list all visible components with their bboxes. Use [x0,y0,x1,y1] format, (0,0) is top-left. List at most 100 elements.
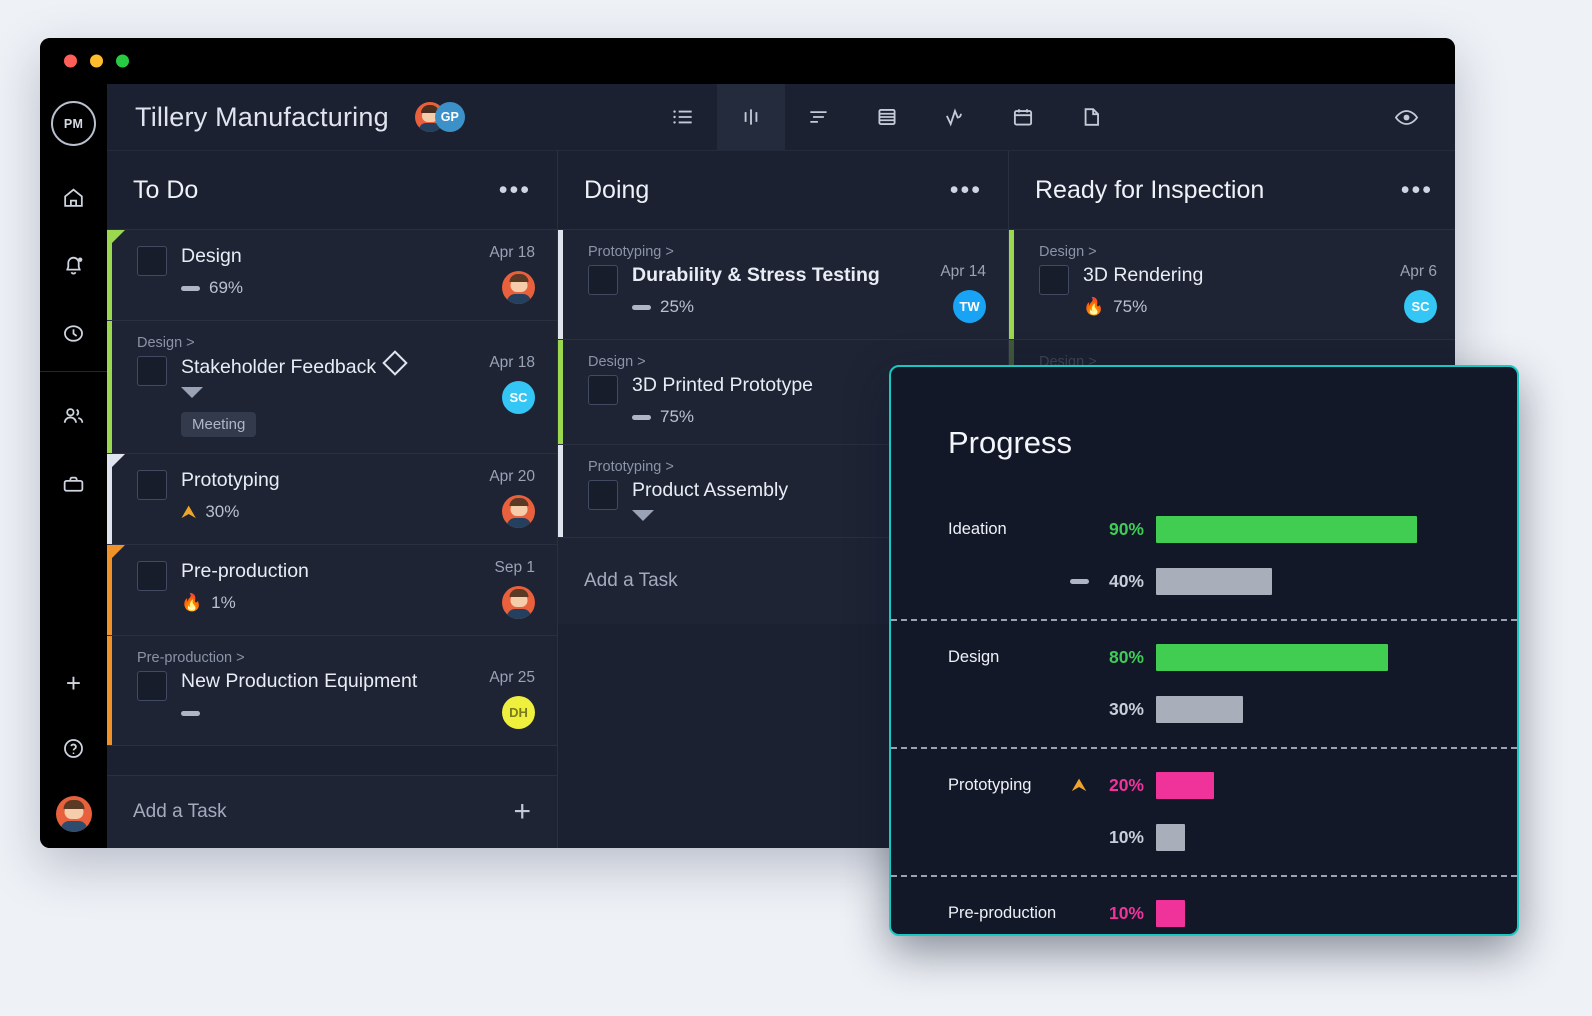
task-checkbox[interactable] [1039,265,1069,295]
column-title: Ready for Inspection [1035,175,1265,204]
card-accent-bar [107,454,125,544]
progress-bar [1156,515,1417,543]
tab-gantt-view[interactable] [785,84,853,150]
card-due-date: Apr 25 [489,669,535,686]
progress-value-label: 80% [1108,646,1144,667]
sidebar-item-home[interactable] [40,163,107,231]
card-accent-bar [1009,230,1014,339]
task-card[interactable]: Design > Stakeholder Feedback Meeting Apr 1… [107,321,557,454]
visibility-toggle-button[interactable] [1375,84,1437,150]
column-cards: Design 69% Apr 18 Design > Stakeholder Feedb… [107,230,557,848]
progress-up-icon: ⮝ [1071,775,1087,795]
card-title: Pre-production [181,559,482,583]
sidebar-item-timesheets[interactable] [40,299,107,367]
tab-calendar-view[interactable] [989,84,1057,150]
title-bar [40,38,1455,84]
progress-bar [1156,643,1388,671]
assignee-avatar[interactable]: SC [502,381,535,414]
card-due-date: Apr 14 [940,263,986,280]
column-menu-button[interactable]: ••• [950,178,982,203]
maximize-window-button[interactable] [116,54,129,68]
task-checkbox[interactable] [137,671,167,701]
sidebar-item-portfolio[interactable] [40,450,107,518]
member-avatars: GP [414,102,465,132]
progress-bar-row: Ideation 90% [891,503,1517,555]
tab-sheet-view[interactable] [853,84,921,150]
progress-row-icon [1066,578,1092,584]
assignee-avatar[interactable] [502,586,535,619]
app-logo[interactable]: PM [51,101,96,146]
tab-docs-view[interactable] [1057,84,1125,150]
assignee-avatar[interactable] [502,495,535,528]
progress-value-label: 20% [1108,774,1144,795]
card-title: Durability & Stress Testing [632,263,928,287]
card-progress-value: 25% [660,297,695,316]
column-menu-button[interactable]: ••• [1401,178,1433,203]
card-progress: 69% [181,277,477,299]
avatar-body [506,518,531,528]
close-window-button[interactable] [64,54,77,68]
column-header: To Do ••• [107,151,557,230]
user-avatar[interactable] [55,796,92,832]
assignee-avatar[interactable]: DH [502,696,535,729]
card-breadcrumb: Design > [1039,244,1097,260]
sidebar-bottom: + [40,652,107,848]
card-progress: ⮝ 30% [181,501,477,523]
column-menu-button[interactable]: ••• [499,178,531,203]
sidebar-add-button[interactable]: + [40,652,107,714]
progress-value-label: 10% [1108,902,1144,923]
avatar-body [506,609,531,619]
sheet-icon [878,109,896,125]
progress-panel[interactable]: Progress Ideation 90% 40% Design 80% 30% Proto… [889,365,1519,936]
card-due-date: Apr 6 [1399,263,1437,280]
sidebar-item-help[interactable] [40,714,107,782]
progress-bar [1156,899,1185,927]
card-title-text: Pre-production [181,560,309,582]
card-title-text: 3D Rendering [1083,264,1204,286]
card-title-text: Product Assembly [632,479,789,501]
progress-fire-icon: 🔥 [1083,297,1105,316]
sidebar-item-team[interactable] [40,382,107,450]
task-checkbox[interactable] [137,470,167,500]
task-checkbox[interactable] [588,375,618,405]
avatar-body [506,294,531,304]
task-card[interactable]: Prototyping > Durability & Stress Testing… [558,230,1008,340]
task-checkbox[interactable] [137,246,167,276]
task-checkbox[interactable] [137,356,167,386]
sidebar-item-notifications[interactable] [40,231,107,299]
tab-board-view[interactable] [717,84,785,150]
progress-bar [1156,695,1243,723]
card-title-text: Design [181,245,242,267]
card-progress: 🔥 75% [1083,296,1388,318]
minimize-window-button[interactable] [90,54,103,68]
tab-list-view[interactable] [649,84,717,150]
expand-caret-icon[interactable] [181,387,203,398]
tab-workload-view[interactable] [921,84,989,150]
progress-dash-icon [181,710,200,716]
card-tag[interactable]: Meeting [181,412,257,437]
task-checkbox[interactable] [588,265,618,295]
task-card[interactable]: Pre-production 🔥 1% Sep 1 [107,545,557,636]
assignee-avatar[interactable] [502,271,535,304]
task-card[interactable]: Design > 3D Rendering 🔥 75% Apr 6 SC [1009,230,1455,340]
progress-group-label: Prototyping [948,775,1032,794]
progress-dash-icon [1069,578,1089,584]
expand-caret-icon[interactable] [632,510,654,521]
list-icon [673,110,692,124]
task-checkbox[interactable] [588,480,618,510]
card-title-text: 3D Printed Prototype [632,374,814,396]
card-accent-bar [107,321,112,453]
column-title: To Do [133,175,199,204]
progress-bar [1156,771,1214,799]
card-title: Design [181,244,477,268]
task-card[interactable]: Pre-production > New Production Equipment… [107,636,557,746]
task-checkbox[interactable] [137,561,167,591]
task-card[interactable]: Prototyping ⮝ 30% Apr 20 [107,454,557,545]
member-avatar-initials[interactable]: GP [434,102,465,132]
document-icon [1084,108,1099,126]
assignee-avatar[interactable]: TW [953,290,986,323]
task-card[interactable]: Design 69% Apr 18 [107,230,557,321]
progress-fire-icon: 🔥 [181,593,203,612]
card-progress [181,702,477,724]
assignee-avatar[interactable]: SC [1404,290,1437,323]
